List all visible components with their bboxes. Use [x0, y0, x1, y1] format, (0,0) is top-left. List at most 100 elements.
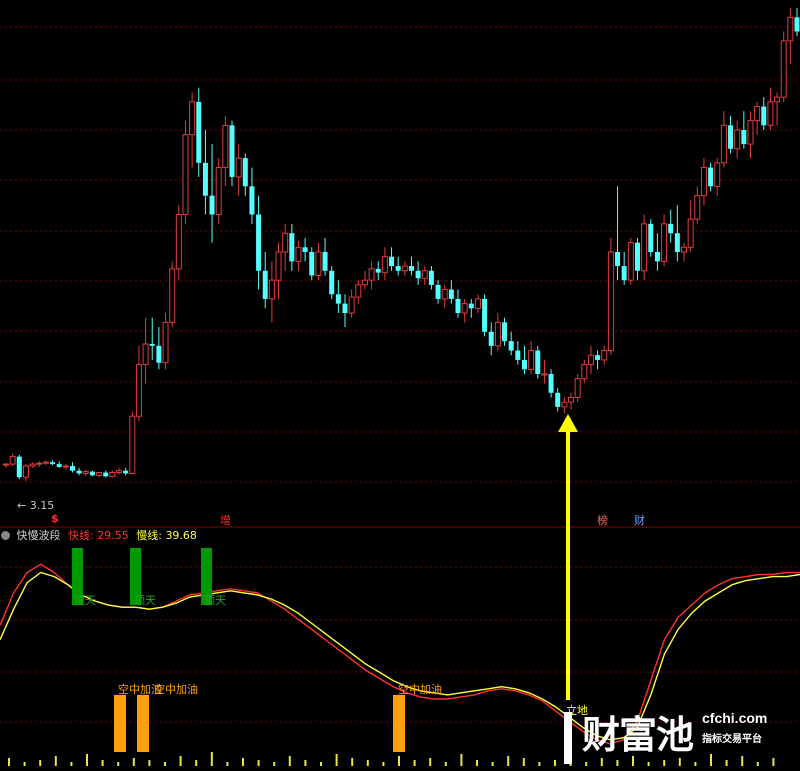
candle-body-up	[175, 213, 182, 270]
candle-body-down	[229, 125, 235, 177]
candle-body-down	[69, 465, 75, 471]
candle-body-up	[568, 396, 574, 403]
candle-body-up	[368, 268, 375, 281]
candlestick-series	[3, 8, 800, 481]
candle-body-up	[780, 40, 787, 98]
candle-body-down	[488, 331, 494, 346]
candle-body-down	[16, 456, 22, 478]
candle-body-up	[734, 129, 741, 150]
candle-body-down	[76, 470, 82, 474]
volume-tick	[179, 756, 182, 766]
candle-body-up	[235, 157, 242, 178]
candle-body-down	[435, 284, 441, 299]
candle-body-down	[322, 252, 328, 271]
candle-body-down	[249, 186, 255, 215]
candle-body-down	[555, 392, 561, 407]
candle-body-down	[196, 101, 202, 163]
volume-tick	[476, 760, 478, 766]
candle-body-down	[262, 270, 268, 299]
candle-body-down	[375, 268, 381, 273]
volume-tick	[538, 762, 541, 766]
candle-body-up	[42, 461, 49, 464]
price-min-label: ← 3.15	[17, 499, 55, 512]
orange-bar-label-2: 空中加油	[154, 683, 198, 696]
volume-tick	[226, 762, 229, 766]
candle-body-up	[109, 472, 116, 477]
candle-body-up	[747, 120, 754, 145]
candle-body-up	[315, 251, 322, 276]
watermark: 财富池 cfchi.com 指标交易平台	[564, 700, 800, 771]
watermark-brand: 财富池	[582, 713, 694, 757]
volume-tick	[210, 752, 213, 766]
candle-body-up	[361, 279, 368, 286]
candle-body-down	[521, 359, 527, 370]
candle-body-down	[535, 350, 541, 374]
candle-body-down	[621, 266, 627, 281]
candle-body-down	[548, 374, 554, 393]
candle-body-down	[794, 17, 800, 32]
candle-body-down	[448, 289, 454, 299]
settings-dot-icon[interactable]	[1, 531, 10, 540]
watermark-domain: cfchi.com	[702, 710, 768, 726]
volume-tick	[288, 756, 291, 766]
candle-body-down	[708, 167, 714, 187]
candle-body-up	[129, 415, 136, 474]
indicator-title: 快慢波段	[16, 529, 61, 542]
candle-body-up	[720, 124, 727, 164]
candle-body-up	[381, 256, 388, 274]
green-bar-label-3: 顶天	[204, 594, 226, 607]
volume-tick	[195, 760, 198, 766]
candle-body-down	[56, 464, 62, 467]
candle-body-up	[687, 218, 694, 248]
candle-body-down	[515, 350, 521, 360]
candle-body-down	[302, 247, 308, 252]
candle-body-down	[468, 303, 474, 309]
volume-tick	[242, 758, 244, 766]
candle-body-down	[149, 343, 155, 346]
indicator-header: 快慢波段 快线: 29.55 慢线: 39.68	[0, 527, 197, 543]
green-bar-label-1: 顶天	[74, 594, 96, 607]
candle-body-down	[508, 341, 514, 351]
candle-body-up	[96, 472, 103, 476]
volume-tick	[351, 758, 354, 766]
candle-body-up	[82, 471, 89, 474]
volume-tick	[460, 754, 463, 766]
candle-body-up	[355, 284, 362, 298]
volume-tick	[39, 760, 42, 766]
candle-body-up	[601, 350, 608, 361]
green-bar-label-2: 顶天	[134, 594, 156, 607]
candle-body-down	[89, 471, 95, 476]
candle-body-up	[182, 134, 189, 215]
slow-line-label: 慢线: 39.68	[136, 529, 197, 542]
candle-body-down	[634, 242, 640, 271]
candle-body-up	[754, 106, 761, 122]
candle-body-down	[242, 158, 248, 187]
grid-lines	[0, 26, 800, 723]
candle-body-up	[700, 167, 707, 197]
candle-body-down	[50, 462, 56, 465]
candle-body-up	[494, 321, 501, 347]
volume-tick	[86, 754, 88, 766]
candle-body-up	[461, 303, 468, 314]
volume-tick	[413, 760, 416, 766]
candle-body-up	[275, 251, 282, 281]
candle-body-up	[9, 456, 16, 465]
candle-body-down	[428, 270, 434, 285]
candle-body-up	[62, 465, 69, 468]
candle-body-up	[541, 373, 548, 376]
candle-body-up	[607, 251, 614, 352]
candle-body-down	[728, 125, 734, 149]
volume-tick	[429, 758, 432, 766]
candle-body-down	[289, 233, 295, 262]
candle-body-down	[408, 266, 414, 271]
candle-body-down	[761, 106, 767, 126]
candle-body-down	[615, 252, 621, 267]
volume-tick	[70, 762, 73, 766]
volume-tick	[366, 760, 369, 766]
candle-body-up	[29, 463, 36, 467]
candle-body-up	[268, 279, 275, 300]
orange-bar	[114, 694, 126, 752]
candle-body-down	[741, 130, 747, 145]
marker-bang: 榜	[597, 514, 608, 527]
marker-zeng: 增	[220, 514, 231, 527]
